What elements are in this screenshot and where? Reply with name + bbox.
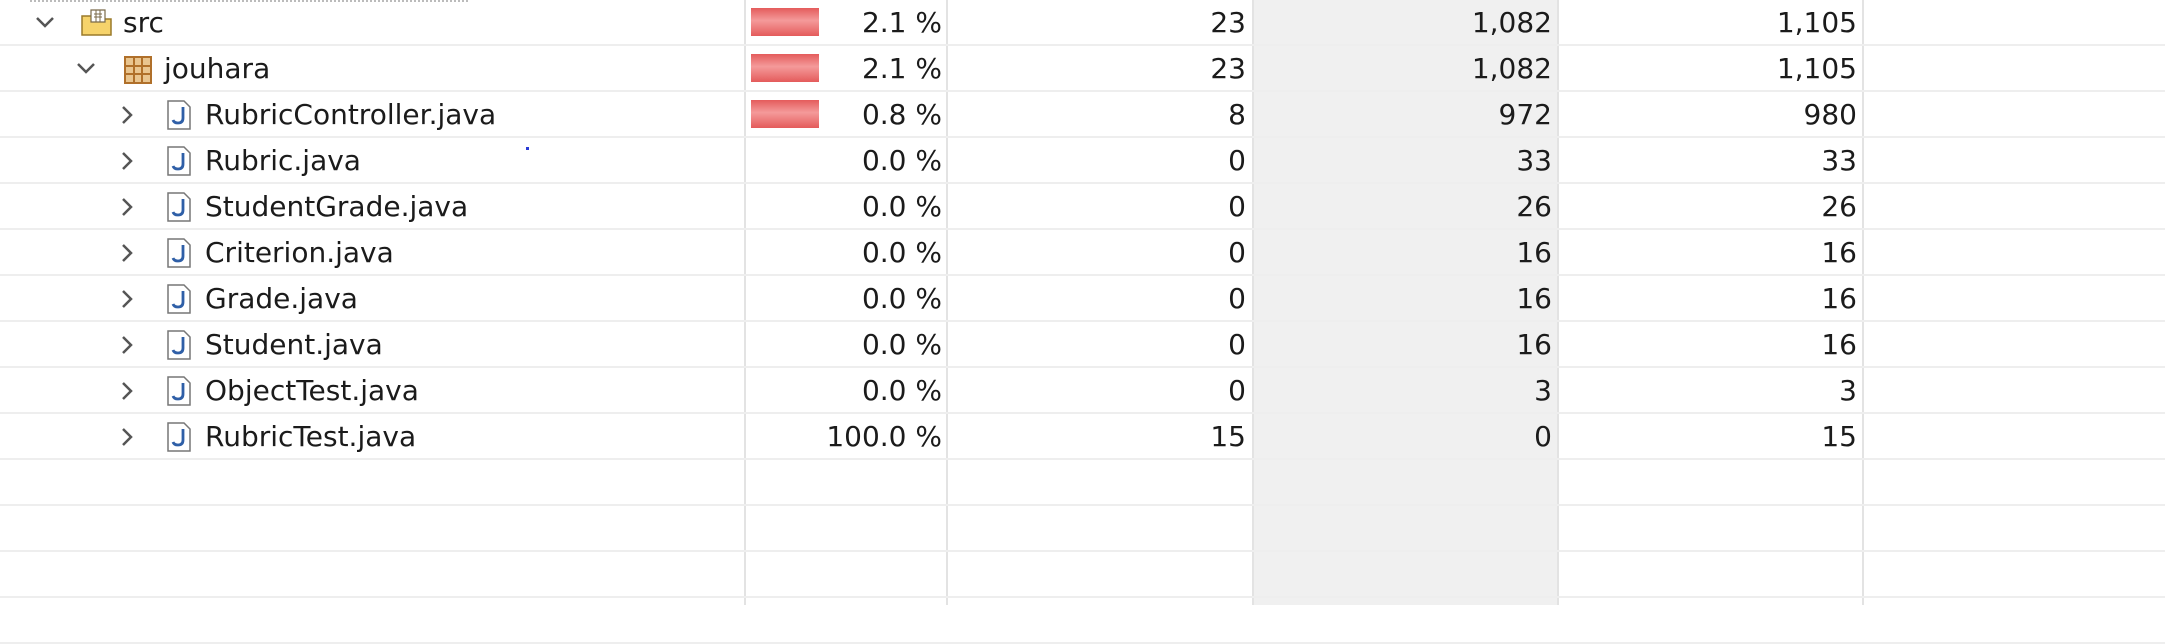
missed-value: 0 (1534, 420, 1552, 453)
table-row[interactable]: RubricTest.java 100.0 % 15 0 15 (0, 414, 2165, 460)
total-value: 1,105 (1776, 6, 1857, 39)
table-row[interactable]: Criterion.java 0.0 % 0 16 16 (0, 230, 2165, 276)
chevron-right-icon[interactable] (112, 92, 142, 138)
covered-value: 23 (1210, 52, 1246, 85)
chevron-right-icon[interactable] (112, 138, 142, 184)
java-file-icon (167, 192, 191, 222)
total-value: 26 (1821, 190, 1857, 223)
chevron-down-icon[interactable] (71, 46, 101, 92)
java-file-icon (167, 284, 191, 314)
java-file-icon (167, 100, 191, 130)
missed-value: 16 (1516, 282, 1552, 315)
element-name: RubricTest.java (205, 420, 417, 453)
empty-row (0, 506, 2165, 552)
java-file-icon (167, 238, 191, 268)
chevron-right-icon[interactable] (112, 184, 142, 230)
missed-value: 33 (1516, 144, 1552, 177)
covered-value: 0 (1228, 374, 1246, 407)
table-row[interactable]: jouhara 2.1 % 23 1,082 1,105 (0, 46, 2165, 92)
element-name: Criterion.java (205, 236, 394, 269)
coverage-value: 2.1 % (861, 6, 942, 39)
table-row[interactable]: ObjectTest.java 0.0 % 0 3 3 (0, 368, 2165, 414)
coverage-value: 0.0 % (861, 328, 942, 361)
chevron-right-icon[interactable] (112, 368, 142, 414)
java-file-icon (167, 330, 191, 360)
java-file-icon (167, 422, 191, 452)
missed-value: 1,082 (1471, 52, 1552, 85)
source-folder-icon (81, 9, 112, 36)
coverage-value: 0.0 % (861, 282, 942, 315)
chevron-down-icon[interactable] (30, 0, 60, 46)
java-file-icon (167, 376, 191, 406)
total-value: 16 (1821, 328, 1857, 361)
missed-value: 3 (1534, 374, 1552, 407)
missed-value: 16 (1516, 236, 1552, 269)
total-value: 16 (1821, 282, 1857, 315)
chevron-right-icon[interactable] (112, 276, 142, 322)
package-icon (124, 56, 152, 84)
coverage-table: src 2.1 % 23 1,082 1,105 jouhara 2.1 % 23 1,082 1… (0, 0, 2165, 644)
element-name: StudentGrade.java (205, 190, 469, 223)
covered-value: 0 (1228, 282, 1246, 315)
covered-value: 0 (1228, 144, 1246, 177)
element-name: Grade.java (205, 282, 358, 315)
missed-value: 1,082 (1471, 6, 1552, 39)
covered-value: 0 (1228, 328, 1246, 361)
table-row[interactable]: Rubric.java 0.0 % 0 33 33 (0, 138, 2165, 184)
missed-value: 26 (1516, 190, 1552, 223)
table-row[interactable]: Student.java 0.0 % 0 16 16 (0, 322, 2165, 368)
element-name: jouhara (164, 52, 271, 85)
table-row[interactable]: src 2.1 % 23 1,082 1,105 (0, 0, 2165, 46)
missed-value: 16 (1516, 328, 1552, 361)
table-row[interactable]: StudentGrade.java 0.0 % 0 26 26 (0, 184, 2165, 230)
total-value: 980 (1803, 98, 1857, 131)
coverage-value: 0.0 % (861, 144, 942, 177)
chevron-right-icon[interactable] (112, 414, 142, 460)
total-value: 16 (1821, 236, 1857, 269)
element-name: src (123, 6, 164, 39)
chevron-right-icon[interactable] (112, 230, 142, 276)
covered-value: 0 (1228, 190, 1246, 223)
table-row[interactable]: RubricController.java 0.8 % 8 972 980 (0, 92, 2165, 138)
coverage-value: 100.0 % (826, 420, 942, 453)
covered-value: 8 (1228, 98, 1246, 131)
element-name: RubricController.java (205, 98, 497, 131)
covered-value: 0 (1228, 236, 1246, 269)
missed-value: 972 (1498, 98, 1552, 131)
total-value: 3 (1839, 374, 1857, 407)
coverage-value: 0.0 % (861, 374, 942, 407)
coverage-value: 2.1 % (861, 52, 942, 85)
empty-row (0, 552, 2165, 598)
total-value: 15 (1821, 420, 1857, 453)
covered-value: 15 (1210, 420, 1246, 453)
empty-row (0, 460, 2165, 506)
coverage-value: 0.0 % (861, 236, 942, 269)
stray-pixel (526, 147, 529, 150)
table-row[interactable]: Grade.java 0.0 % 0 16 16 (0, 276, 2165, 322)
total-value: 33 (1821, 144, 1857, 177)
total-value: 1,105 (1776, 52, 1857, 85)
java-file-icon (167, 146, 191, 176)
coverage-value: 0.8 % (861, 98, 942, 131)
element-name: Student.java (205, 328, 383, 361)
element-name: Rubric.java (205, 144, 361, 177)
element-name: ObjectTest.java (205, 374, 419, 407)
covered-value: 23 (1210, 6, 1246, 39)
chevron-right-icon[interactable] (112, 322, 142, 368)
coverage-value: 0.0 % (861, 190, 942, 223)
